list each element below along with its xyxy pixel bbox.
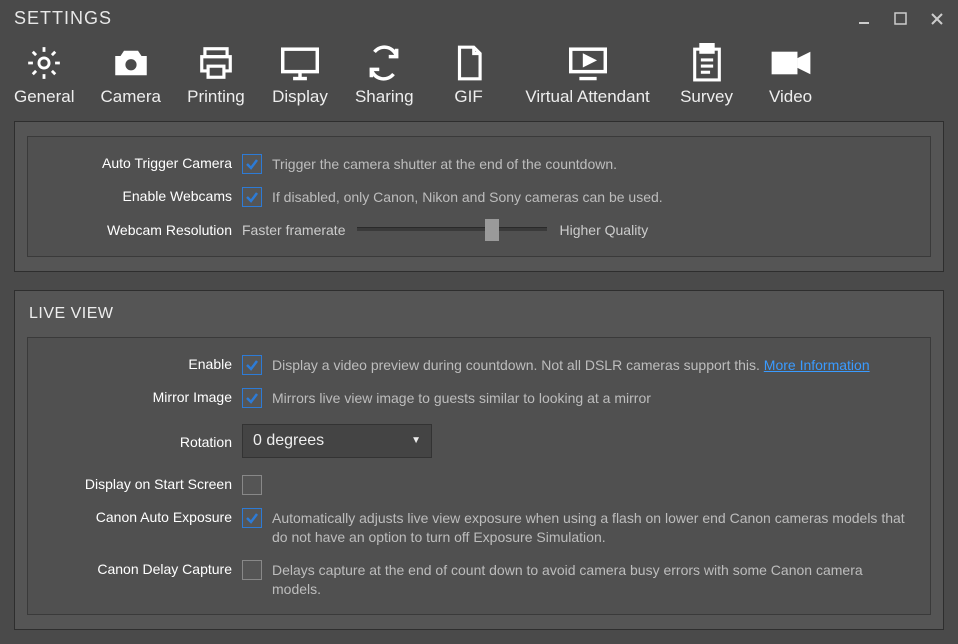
video-icon (770, 43, 812, 83)
window-title: SETTINGS (14, 8, 112, 29)
maximize-button[interactable] (894, 12, 908, 26)
play-screen-icon (567, 43, 609, 83)
canon-delay-checkbox[interactable] (242, 560, 262, 580)
printer-icon (196, 43, 236, 83)
live-view-title: LIVE VIEW (15, 305, 943, 323)
enable-webcams-desc: If disabled, only Canon, Nikon and Sony … (272, 186, 663, 207)
tab-label: General (14, 87, 74, 107)
auto-trigger-checkbox[interactable] (242, 154, 262, 174)
tab-label: Survey (680, 87, 733, 107)
clipboard-icon (690, 43, 724, 83)
rotation-select[interactable]: 0 degrees ▼ (242, 424, 432, 458)
resolution-slider[interactable] (357, 227, 547, 231)
tab-label: Sharing (355, 87, 414, 107)
enable-webcams-label: Enable Webcams (42, 186, 232, 204)
sync-icon (365, 43, 403, 83)
tab-survey[interactable]: Survey (672, 39, 742, 111)
canon-auto-checkbox[interactable] (242, 508, 262, 528)
tab-general[interactable]: General (8, 39, 80, 111)
tab-label: Printing (187, 87, 245, 107)
tab-video[interactable]: Video (756, 39, 826, 111)
camera-icon (110, 43, 152, 83)
tab-label: Virtual Attendant (525, 87, 649, 107)
chevron-down-icon: ▼ (411, 435, 421, 446)
tab-label: Video (769, 87, 812, 107)
tab-label: Camera (100, 87, 160, 107)
display-start-label: Display on Start Screen (42, 474, 232, 492)
rotation-label: Rotation (42, 432, 232, 450)
canon-auto-label: Canon Auto Exposure (42, 507, 232, 525)
tab-label: GIF (454, 87, 482, 107)
enable-label: Enable (42, 354, 232, 372)
slider-right-label: Higher Quality (559, 219, 648, 240)
tab-printing[interactable]: Printing (181, 39, 251, 111)
more-information-link[interactable]: More Information (764, 357, 870, 373)
enable-desc: Display a video preview during countdown… (272, 354, 870, 375)
monitor-icon (279, 43, 321, 83)
auto-trigger-desc: Trigger the camera shutter at the end of… (272, 153, 617, 174)
enable-checkbox[interactable] (242, 355, 262, 375)
slider-thumb[interactable] (485, 219, 499, 241)
tab-label: Display (272, 87, 328, 107)
tab-display[interactable]: Display (265, 39, 335, 111)
canon-delay-label: Canon Delay Capture (42, 559, 232, 577)
mirror-label: Mirror Image (42, 387, 232, 405)
canon-delay-desc: Delays capture at the end of count down … (272, 559, 912, 599)
minimize-button[interactable] (858, 12, 872, 26)
document-icon (453, 43, 485, 83)
auto-trigger-label: Auto Trigger Camera (42, 153, 232, 171)
tab-sharing[interactable]: Sharing (349, 39, 420, 111)
webcam-resolution-label: Webcam Resolution (42, 220, 232, 238)
canon-auto-desc: Automatically adjusts live view exposure… (272, 507, 912, 547)
tab-virtual-attendant[interactable]: Virtual Attendant (518, 39, 658, 111)
mirror-desc: Mirrors live view image to guests simila… (272, 387, 651, 408)
close-button[interactable] (930, 12, 944, 26)
rotation-value: 0 degrees (253, 432, 324, 450)
tab-gif[interactable]: GIF (434, 39, 504, 111)
enable-webcams-checkbox[interactable] (242, 187, 262, 207)
display-start-checkbox[interactable] (242, 475, 262, 495)
gear-icon (25, 43, 63, 83)
tab-camera[interactable]: Camera (94, 39, 166, 111)
slider-left-label: Faster framerate (242, 219, 345, 240)
mirror-checkbox[interactable] (242, 388, 262, 408)
